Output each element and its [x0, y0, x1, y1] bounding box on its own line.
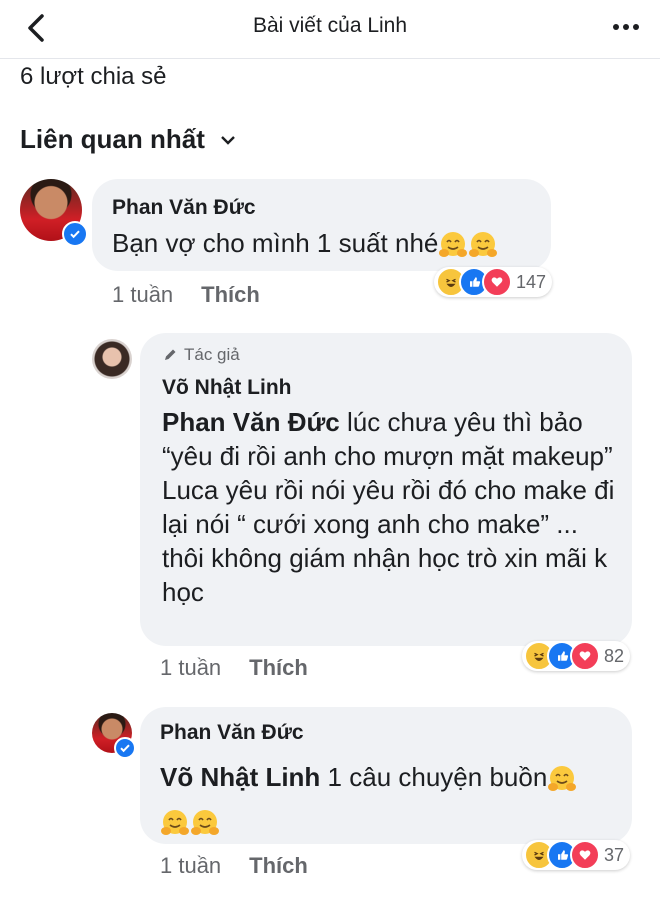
comment-actions: 1 tuần Thích: [160, 853, 308, 879]
reaction-count: 147: [516, 271, 547, 292]
love-reaction-icon: [570, 840, 600, 870]
hugging-face-icon: [468, 230, 498, 260]
comment-text-body: Luca yêu rồi nói yêu rồi đó cho make đi …: [162, 475, 615, 607]
comment-sort-dropdown[interactable]: Liên quan nhất: [20, 124, 237, 155]
hugging-face-icon: [438, 230, 468, 260]
top-bar: Bài viết của Linh: [0, 0, 660, 59]
avatar[interactable]: [92, 713, 136, 759]
love-reaction-icon: [570, 641, 600, 671]
avatar-photo: [92, 339, 132, 379]
pencil-icon: [165, 349, 176, 360]
comment-bubble: Tác giả Võ Nhật Linh Phan Văn Đức lúc ch…: [140, 333, 632, 646]
sort-label: Liên quan nhất: [20, 124, 205, 154]
hugging-face-icon: [547, 764, 577, 794]
author-tag-label: Tác giả: [184, 345, 240, 364]
reaction-summary[interactable]: 147: [434, 267, 553, 297]
comment-text-body: 1 câu chuyện buồn: [320, 762, 548, 792]
comment-author[interactable]: Phan Văn Đức: [160, 721, 304, 745]
comment-text: Bạn vợ cho mình 1 suất nhé: [112, 226, 498, 260]
comment-actions: 1 tuần Thích: [160, 655, 308, 681]
like-button[interactable]: Thích: [201, 282, 260, 308]
author-badge: Tác giả: [162, 345, 240, 365]
hugging-face-icon: [160, 808, 190, 838]
avatar[interactable]: [92, 339, 132, 379]
reaction-summary[interactable]: 82: [522, 641, 631, 671]
comment-time[interactable]: 1 tuần: [112, 282, 173, 308]
avatar[interactable]: [20, 179, 88, 247]
comment-text: Phan Văn Đức lúc chưa yêu thì bảo “yêu đ…: [162, 405, 622, 609]
comment-time[interactable]: 1 tuần: [160, 655, 221, 681]
like-button[interactable]: Thích: [249, 655, 308, 681]
comment-actions: 1 tuần Thích: [112, 282, 260, 308]
comment-bubble: Phan Văn Đức Bạn vợ cho mình 1 suất nhé: [92, 179, 551, 271]
mention-link[interactable]: Phan Văn Đức: [162, 407, 340, 437]
more-options-icon[interactable]: [612, 14, 640, 40]
comment-author[interactable]: Võ Nhật Linh: [162, 376, 292, 400]
mention-link[interactable]: Võ Nhật Linh: [160, 762, 320, 792]
like-button[interactable]: Thích: [249, 853, 308, 879]
comment-bubble: Phan Văn Đức Võ Nhật Linh 1 câu chuyện b…: [140, 707, 632, 844]
comment-text-body: Bạn vợ cho mình 1 suất nhé: [112, 228, 439, 258]
reaction-count: 37: [604, 844, 625, 865]
verified-badge-icon: [62, 221, 88, 247]
comment-author[interactable]: Phan Văn Đức: [112, 196, 256, 220]
hugging-face-icon: [190, 808, 220, 838]
chevron-down-icon: [221, 135, 235, 145]
comment-text: Võ Nhật Linh 1 câu chuyện buồn: [160, 755, 620, 843]
comment-text-body: lúc chưa yêu thì bảo: [339, 407, 583, 437]
love-reaction-icon: [482, 267, 512, 297]
comment-text-body: “yêu đi rồi anh cho mượn mặt makeup”: [162, 441, 613, 471]
reaction-count: 82: [604, 645, 625, 666]
page-title: Bài viết của Linh: [252, 14, 408, 37]
reaction-summary[interactable]: 37: [522, 840, 631, 870]
share-count[interactable]: 6 lượt chia sẻ: [20, 63, 167, 91]
comment-time[interactable]: 1 tuần: [160, 853, 221, 879]
verified-badge-icon: [114, 737, 136, 759]
